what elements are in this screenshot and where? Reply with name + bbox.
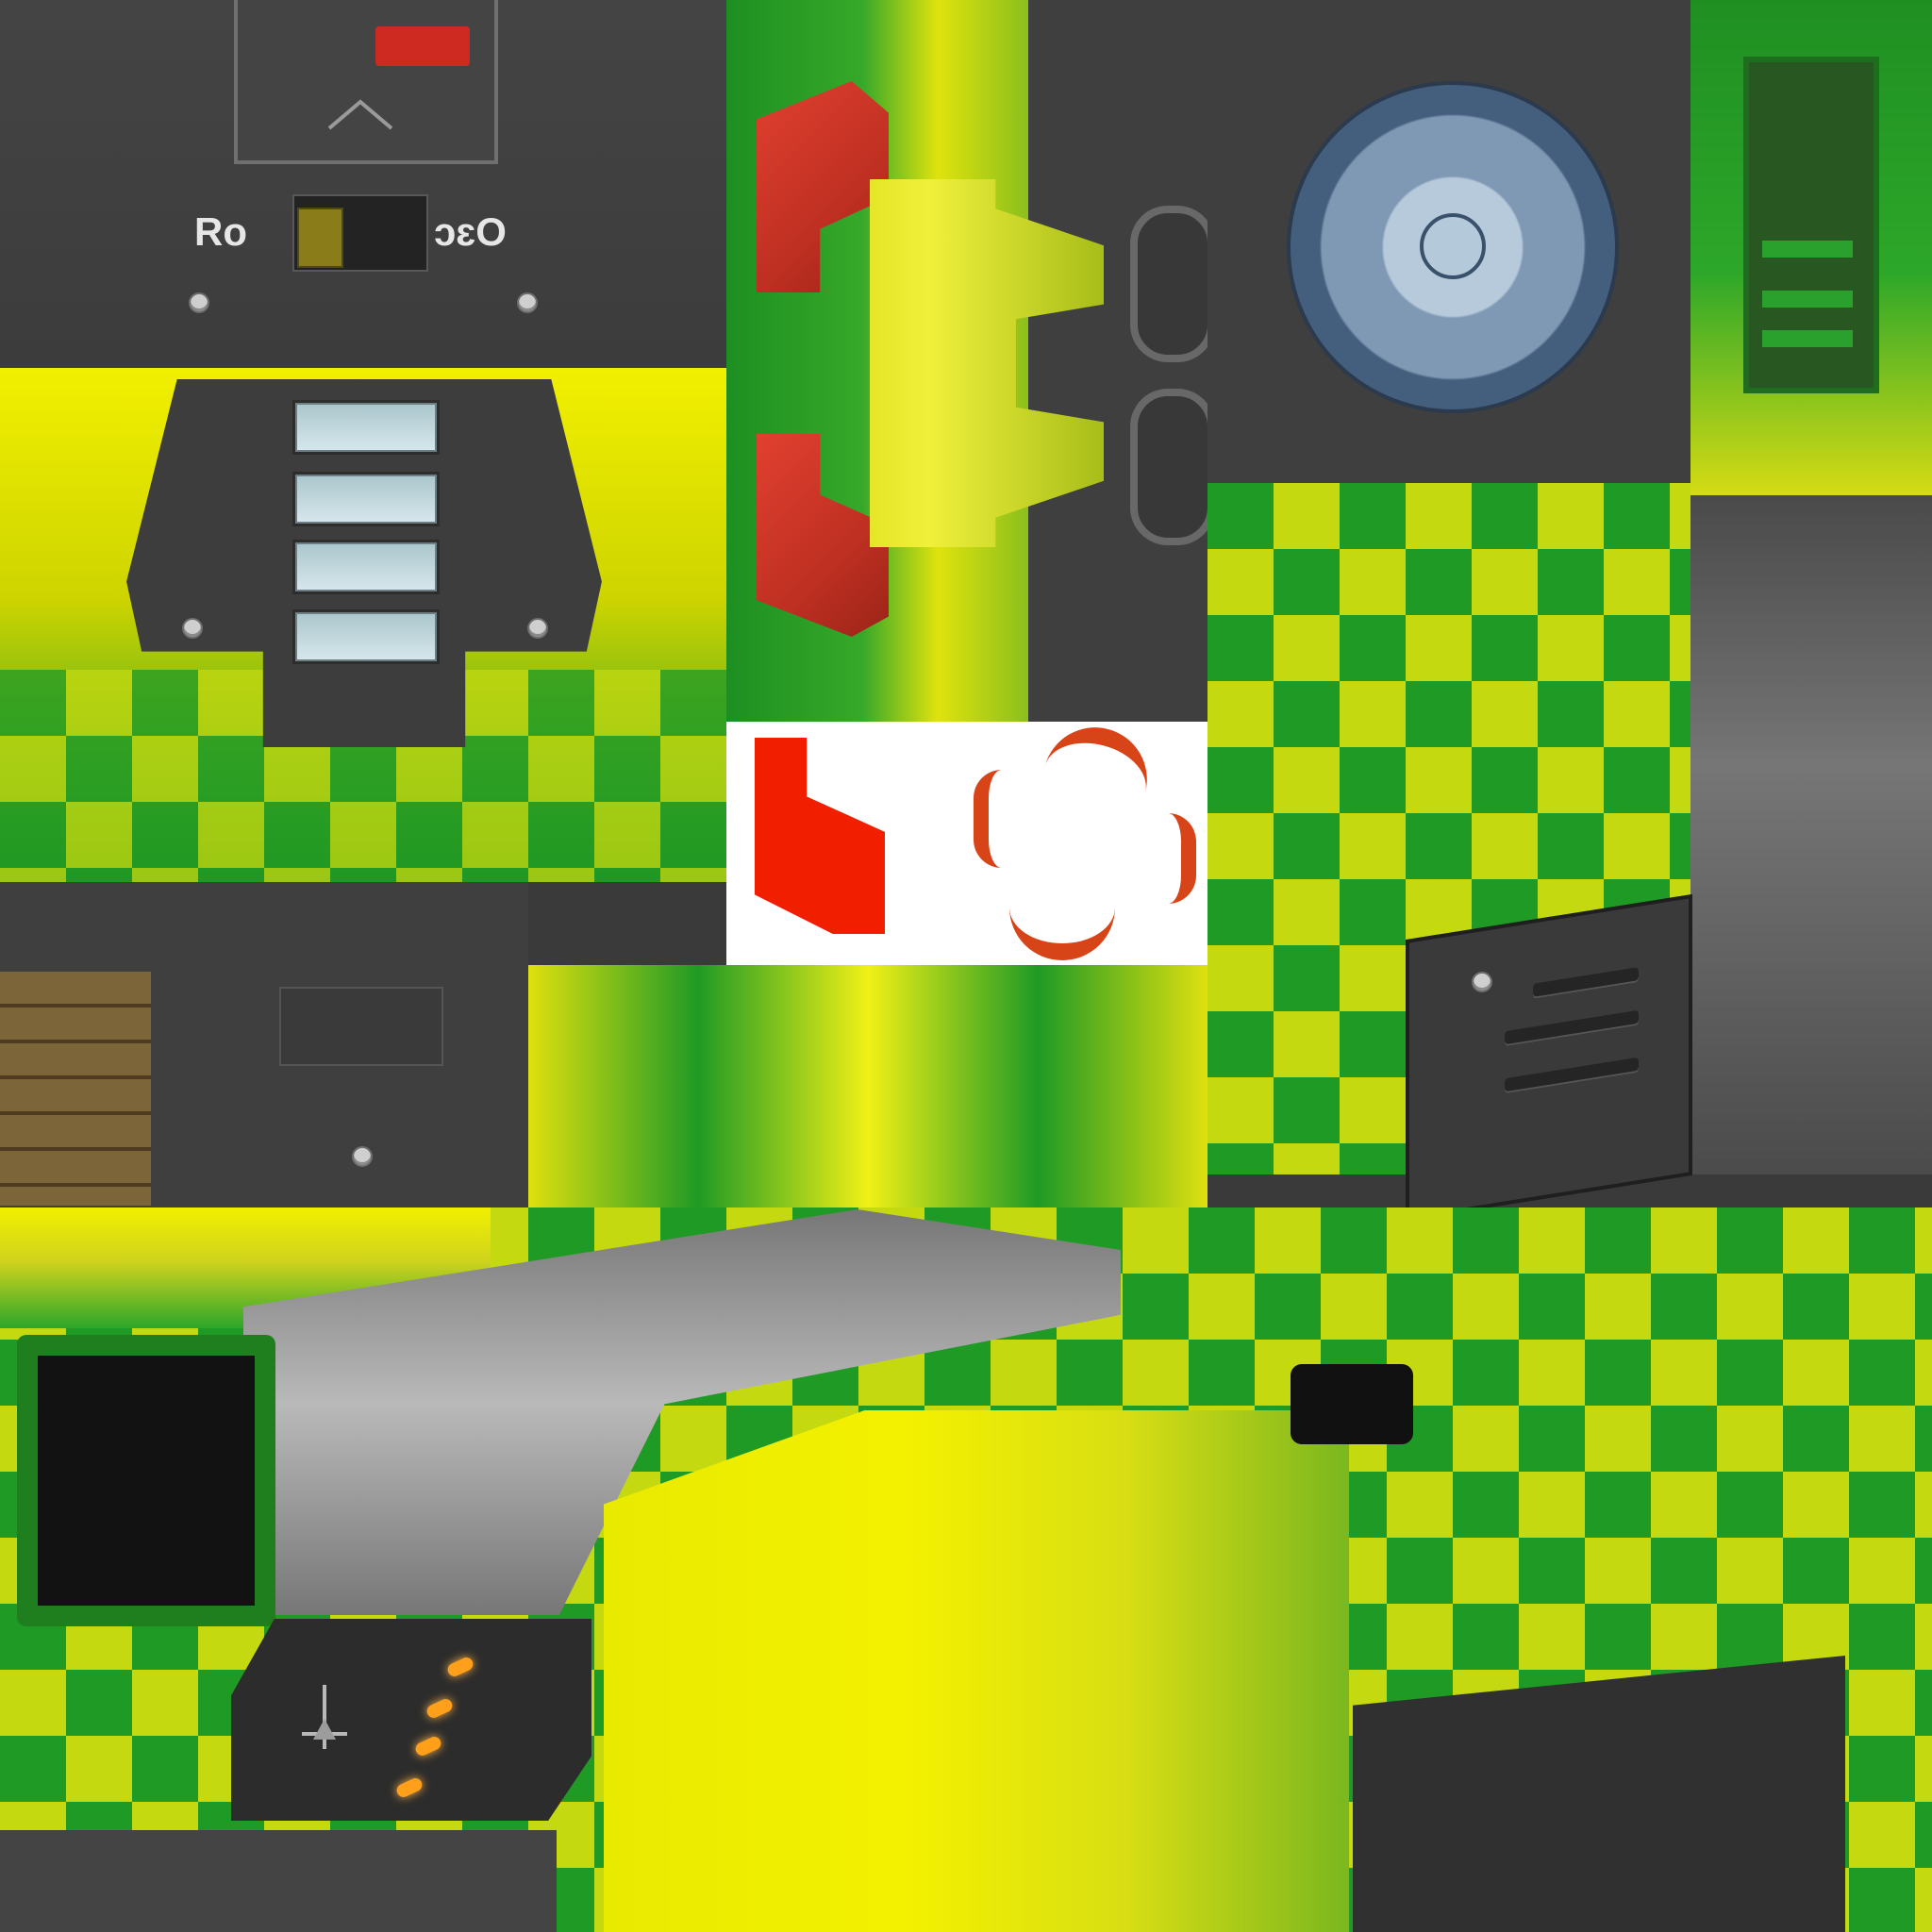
bottom-dark-window-left bbox=[17, 1335, 275, 1626]
bottom-yellow-core bbox=[604, 1410, 1349, 1932]
right-rail-bar bbox=[1762, 241, 1853, 258]
top-gauge-frame bbox=[234, 0, 498, 164]
capsule-slot-bottom bbox=[1130, 389, 1215, 545]
screw-icon bbox=[189, 292, 209, 313]
screw-icon bbox=[527, 618, 548, 639]
right-gray-cylinder bbox=[1690, 495, 1932, 1174]
plate-label-right: ɔɛO bbox=[434, 209, 507, 254]
left-lower-plate bbox=[279, 987, 443, 1066]
left-wood-strip bbox=[0, 972, 151, 1206]
status-window-4 bbox=[292, 609, 440, 664]
vent-panel bbox=[1406, 893, 1692, 1222]
chevron-icon bbox=[327, 96, 393, 130]
red-tag bbox=[375, 26, 470, 66]
screw-icon bbox=[517, 292, 538, 313]
status-window-1 bbox=[292, 400, 440, 455]
plate-label-left: Ro bbox=[194, 209, 247, 254]
screw-icon bbox=[182, 618, 203, 639]
right-rail-bar bbox=[1762, 291, 1853, 308]
switch-handle bbox=[297, 208, 343, 268]
bottom-gray-strip bbox=[0, 1830, 557, 1932]
decal-orange-arc-3 bbox=[1147, 813, 1196, 904]
right-rail-bar bbox=[1762, 330, 1853, 347]
center-bowl-block bbox=[528, 965, 1208, 1208]
crosshair-icon bbox=[287, 1679, 362, 1755]
screw-icon bbox=[352, 1146, 373, 1167]
fan-hub bbox=[1420, 213, 1486, 279]
texture-atlas: Ro ɔɛO bbox=[0, 0, 1932, 1932]
status-window-3 bbox=[292, 540, 440, 594]
status-window-2 bbox=[292, 472, 440, 526]
top-left-control-panel: Ro ɔɛO bbox=[0, 0, 726, 368]
screw-icon bbox=[1472, 972, 1492, 992]
decal-orange-arc-2 bbox=[974, 770, 1021, 868]
bottom-dark-slot-upper bbox=[1291, 1364, 1413, 1444]
capsule-slot-top bbox=[1130, 206, 1215, 362]
